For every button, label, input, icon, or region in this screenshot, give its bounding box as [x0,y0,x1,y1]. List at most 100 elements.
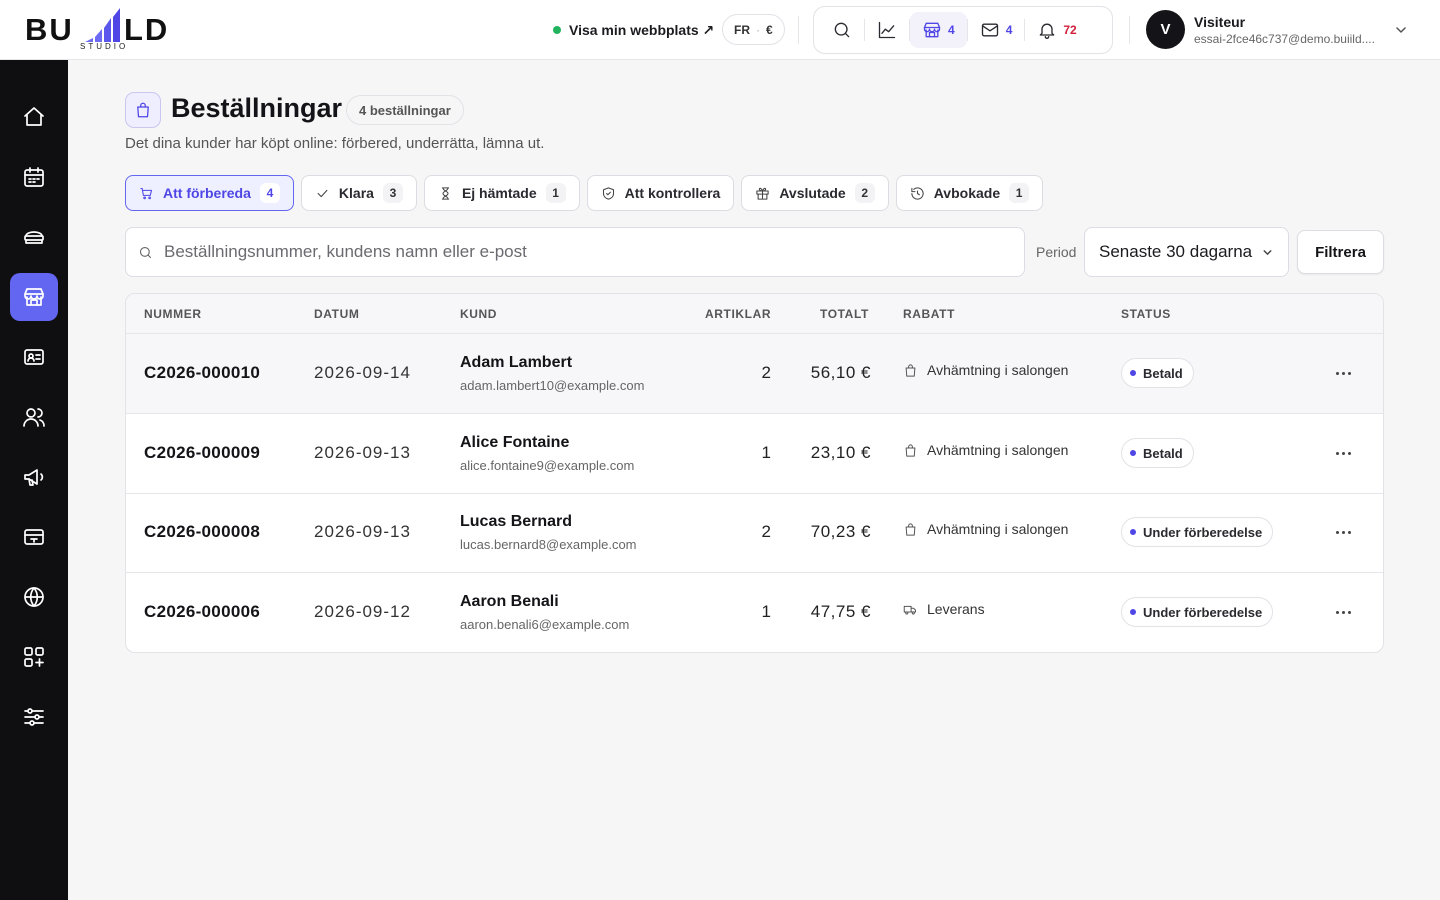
tab-label: Att förbereda [163,185,251,201]
order-number: C2026-000006 [144,602,261,621]
sidebar-item-services[interactable] [10,213,58,261]
logo-text-right: LD [124,12,170,47]
tab-completed[interactable]: Avslutade 2 [741,175,889,211]
more-actions-button[interactable] [1324,441,1362,465]
language-currency-selector[interactable]: FR · € [722,14,785,45]
orders-count: 4 [948,23,955,37]
table-row[interactable]: C2026-000009 2026-09-13 Alice Fontaine a… [126,414,1383,494]
apps-icon [24,647,44,667]
sidebar-item-calendar[interactable] [10,153,58,201]
tab-count: 3 [382,183,403,203]
tab-count: 2 [854,183,875,203]
tab-label: Avslutade [779,185,846,201]
store-icon [923,22,941,38]
user-name: Visiteur [1194,13,1246,30]
view-site-label: Visa min webbplats ↗ [569,21,715,38]
delivery-method: Avhämtning i salongen [903,442,1068,458]
sidebar-item-marketing[interactable] [10,453,58,501]
search-icon [139,246,152,258]
user-menu[interactable]: V Visiteur essai-2fce46c737@demo.buiild.… [1146,10,1384,49]
search-icon [834,22,850,38]
bag-icon [905,363,916,377]
user-email: essai-2fce46c737@demo.buiild.... [1194,31,1375,46]
more-actions-button[interactable] [1324,600,1362,624]
view-site-link[interactable]: Visa min webbplats ↗ [553,18,714,42]
stats-button[interactable] [865,12,909,48]
logo-subtitle: STUDIO [80,42,129,51]
orders-table: NUMMER DATUM KUND ARTIKLAR TOTALT RABATT… [125,293,1384,653]
delivery-label: Avhämtning i salongen [927,362,1069,378]
table-row[interactable]: C2026-000006 2026-09-12 Aaron Benali aar… [126,573,1383,652]
gift-icon [756,187,769,200]
tab-ready[interactable]: Klara 3 [300,175,417,211]
status-badge: Betald [1121,438,1194,468]
more-actions-button[interactable] [1324,361,1362,385]
bell-icon [1040,23,1055,39]
language-code: FR [734,22,750,37]
messages-count: 4 [1005,23,1013,37]
shield-icon [602,186,614,200]
sidebar-item-website[interactable] [10,573,58,621]
item-count: 2 [761,363,771,382]
customer-name: Aaron Benali [460,593,559,610]
tab-to-check[interactable]: Att kontrollera [586,175,735,211]
table-row[interactable]: C2026-000010 2026-09-14 Adam Lambert ada… [126,334,1383,414]
sidebar-item-shop[interactable] [10,273,58,321]
column-header-items: ARTIKLAR [705,307,772,321]
column-header-number: NUMMER [144,307,202,321]
shop-orders-button[interactable]: 4 [910,12,967,48]
order-total: 56,10 € [810,363,871,382]
chevron-down-icon[interactable] [1393,22,1409,38]
sidebar-item-customers[interactable] [10,393,58,441]
table-header: NUMMER DATUM KUND ARTIKLAR TOTALT RABATT… [126,294,1383,334]
search-input[interactable] [164,242,1024,262]
status-tabs: Att förbereda 4 Klara 3 Ej hämtade 1 Att… [125,175,1044,211]
delivery-label: Avhämtning i salongen [927,521,1069,537]
sidebar-item-apps[interactable] [10,633,58,681]
order-total: 47,75 € [810,602,871,621]
item-count: 2 [761,522,771,541]
logo[interactable]: BU LD STUDIO [25,8,185,52]
tab-label: Klara [338,185,374,201]
calendar-icon [24,167,44,187]
shopping-bag-icon [137,102,149,118]
tab-count: 4 [259,183,280,203]
page-icon [125,92,161,128]
status-dot [1130,450,1136,456]
order-date: 2026-09-12 [314,602,411,621]
bag-icon [905,522,916,536]
customer-email: adam.lambert10@example.com [460,378,645,393]
notifications-button[interactable]: 72 [1025,12,1088,48]
search-button[interactable] [820,12,864,48]
sidebar-item-contacts[interactable] [10,333,58,381]
settings-icon [24,708,44,726]
orders-count-badge: 4 beställningar [346,95,464,125]
column-header-discount: RABATT [903,307,956,321]
status-dot [1130,370,1136,376]
table-row[interactable]: C2026-000008 2026-09-13 Lucas Bernard lu… [126,493,1383,573]
messages-button[interactable]: 4 [968,12,1025,48]
mail-icon [981,23,998,37]
tab-cancelled[interactable]: Avbokade 1 [895,175,1044,211]
sidebar-item-settings[interactable] [10,693,58,741]
tab-to-prepare[interactable]: Att förbereda 4 [125,175,294,211]
period-select[interactable]: Senaste 30 dagarna [1084,227,1289,277]
more-actions-button[interactable] [1324,520,1362,544]
tab-not-picked-up[interactable]: Ej hämtade 1 [423,175,580,211]
tab-label: Att kontrollera [624,185,721,201]
item-count: 1 [761,443,771,462]
sidebar-item-payments[interactable] [10,513,58,561]
services-icon [24,231,44,244]
top-bar: BU LD STUDIO Visa min webbplats ↗ FR · €… [0,0,1440,60]
delivery-method: Avhämtning i salongen [903,521,1068,537]
status-badge: Under förberedelse [1121,597,1274,627]
delivery-method: Leverans [903,601,985,617]
sidebar-item-home[interactable] [10,93,58,141]
tab-label: Ej hämtade [461,185,537,201]
payment-icon [24,529,44,545]
home-icon [24,107,44,126]
filter-button[interactable]: Filtrera [1297,230,1384,274]
separator-dot: · [756,22,760,37]
sidebar [0,60,68,900]
status-badge: Betald [1121,358,1194,388]
